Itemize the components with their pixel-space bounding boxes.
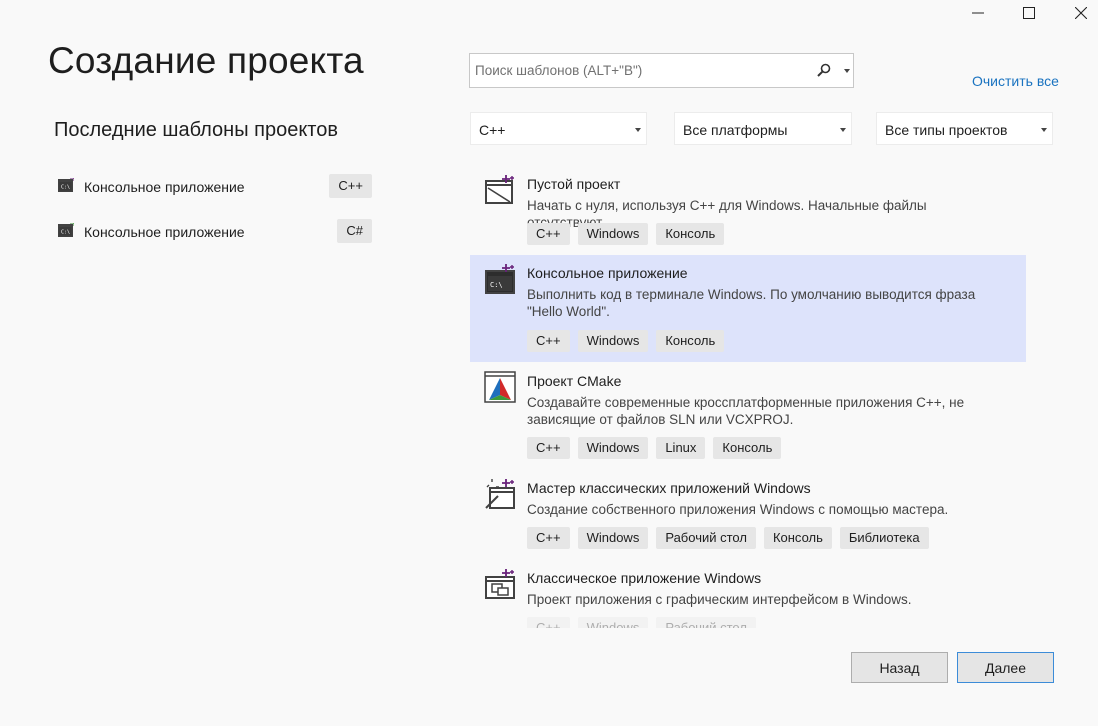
clear-all-link[interactable]: Очистить все — [972, 73, 1059, 89]
maximize-icon — [1023, 7, 1035, 19]
template-tag: C++ — [527, 527, 570, 549]
minimize-button[interactable] — [953, 0, 1003, 26]
console-app-icon: C:\ — [485, 264, 515, 294]
template-name: Мастер классических приложений Windows — [527, 480, 811, 496]
wizard-icon — [485, 479, 515, 509]
template-item-windows-wizard[interactable]: Мастер классических приложений Windows С… — [470, 470, 1026, 558]
template-list[interactable]: Пустой проект Начать с нуля, используя C… — [470, 166, 1026, 628]
recent-template-item[interactable]: C:\ Консольное приложение C# — [56, 217, 372, 247]
chevron-down-icon — [1041, 128, 1047, 132]
template-tag: Консоль — [656, 223, 725, 245]
recent-templates-title: Последние шаблоны проектов — [54, 119, 338, 141]
search-input[interactable] — [475, 54, 815, 87]
svg-text:C:\: C:\ — [61, 185, 70, 191]
template-tag: Консоль — [763, 527, 832, 549]
template-tag: Windows — [577, 527, 649, 549]
chevron-down-icon — [840, 128, 846, 132]
template-tags: C++ Windows Консоль — [527, 330, 725, 352]
template-name: Пустой проект — [527, 176, 621, 192]
template-description: Создавайте современные кроссплатформенны… — [527, 395, 965, 427]
template-tag: Linux — [656, 437, 706, 459]
template-item-cmake[interactable]: Проект CMake Создавайте современные крос… — [470, 363, 1026, 469]
recent-template-label: Консольное приложение — [84, 224, 245, 240]
close-button[interactable] — [1056, 0, 1098, 26]
template-tag: Windows — [577, 617, 649, 628]
template-tag: C++ — [527, 437, 570, 459]
template-tag: Windows — [577, 223, 649, 245]
cmake-icon — [484, 371, 516, 403]
template-tags: C++ Windows Рабочий стол — [527, 617, 756, 628]
platform-filter-select[interactable]: Все платформы — [674, 112, 852, 145]
recent-template-item[interactable]: C:\ Консольное приложение C++ — [56, 172, 372, 202]
recent-template-language-badge: C# — [337, 219, 372, 243]
search-icon[interactable] — [817, 63, 831, 77]
close-icon — [1075, 7, 1087, 19]
empty-project-icon — [485, 175, 514, 204]
template-description: Проект приложения с графическим интерфей… — [527, 592, 912, 607]
project-type-filter-select[interactable]: Все типы проектов — [876, 112, 1053, 145]
desktop-app-icon — [485, 569, 515, 599]
template-item-windows-desktop-app[interactable]: Классическое приложение Windows Проект п… — [470, 560, 1026, 628]
template-tags: C++ Windows Linux Консоль — [527, 437, 782, 459]
page-title: Создание проекта — [48, 40, 364, 81]
template-tag: C++ — [527, 330, 570, 352]
platform-filter-value: Все платформы — [683, 122, 788, 138]
template-tag: Библиотека — [839, 527, 929, 549]
next-button[interactable]: Далее — [957, 652, 1054, 683]
template-tag: Windows — [577, 330, 649, 352]
template-tag: C++ — [527, 617, 570, 628]
project-type-filter-value: Все типы проектов — [885, 122, 1008, 138]
template-name: Классическое приложение Windows — [527, 570, 762, 586]
search-box[interactable] — [469, 53, 854, 88]
template-description: Выполнить код в терминале Windows. По ум… — [527, 287, 976, 319]
back-button[interactable]: Назад — [851, 652, 948, 683]
template-name: Проект CMake — [527, 373, 622, 389]
minimize-icon — [972, 12, 984, 14]
search-dropdown-icon[interactable] — [844, 69, 850, 73]
language-filter-value: C++ — [479, 122, 506, 138]
template-tag: Windows — [577, 437, 649, 459]
template-tag: Консоль — [713, 437, 782, 459]
template-tag: Рабочий стол — [656, 527, 756, 549]
template-item-empty-project[interactable]: Пустой проект Начать с нуля, используя C… — [470, 166, 1026, 254]
console-app-icon: C:\ — [58, 223, 74, 237]
template-tag: Рабочий стол — [656, 617, 756, 628]
console-app-icon: C:\ — [58, 178, 74, 192]
template-tag: C++ — [527, 223, 570, 245]
maximize-button[interactable] — [1004, 0, 1054, 26]
template-tags: C++ Windows Рабочий стол Консоль Библиот… — [527, 527, 929, 549]
recent-template-language-badge: C++ — [329, 174, 372, 198]
template-description: Создание собственного приложения Windows… — [527, 502, 949, 517]
chevron-down-icon — [635, 128, 641, 132]
svg-text:C:\: C:\ — [490, 281, 503, 289]
recent-template-label: Консольное приложение — [84, 179, 245, 195]
language-filter-select[interactable]: C++ — [470, 112, 647, 145]
template-name: Консольное приложение — [527, 265, 688, 281]
svg-text:C:\: C:\ — [61, 230, 70, 236]
template-tag: Консоль — [656, 330, 725, 352]
template-item-console-app[interactable]: C:\ Консольное приложение Выполнить код … — [470, 255, 1026, 362]
template-tags: C++ Windows Консоль — [527, 223, 725, 245]
